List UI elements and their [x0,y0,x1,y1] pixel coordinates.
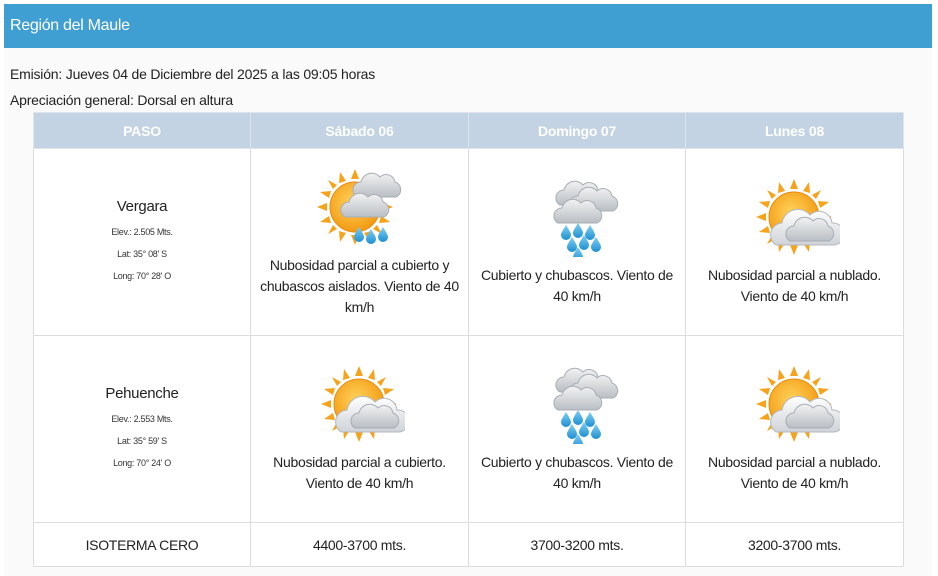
col-header-day-2: Domingo 07 [468,112,686,149]
pass-name: Pehuenche [105,384,179,402]
col-header-paso: PASO [33,112,251,149]
content-area: Emisión: Jueves 04 de Diciembre del 2025… [4,48,932,576]
pass-info-cell: Pehuenche Elev.: 2.553 Mts. Lat: 35° 59'… [33,335,251,523]
forecast-text: Cubierto y chubascos. Viento de 40 km/h [480,454,673,491]
cloud-rain-icon [553,180,619,257]
col-header-day-1: Sábado 06 [250,112,469,149]
sun-cloud-icon [755,365,840,443]
pass-info-cell: Vergara Elev.: 2.505 Mts. Lat: 35° 08' S… [33,148,251,336]
forecast-cell: Nubosidad parcial a cubierto. Viento de … [250,335,469,523]
pass-latitude: Lat: 35° 08' S [117,248,167,259]
sun-cloud-icon [755,178,840,256]
pass-elevation: Elev.: 2.505 Mts. [111,226,173,237]
table-row: Pehuenche Elev.: 2.553 Mts. Lat: 35° 59'… [33,335,904,523]
table-row: ISOTERMA CERO 4400-3700 mts. 3700-3200 m… [33,522,904,567]
general-outlook-text: Apreciación general: Dorsal en altura [10,92,233,108]
forecast-text: Nubosidad parcial a nublado. Viento de 4… [708,454,881,491]
forecast-cell: Nubosidad parcial a nublado. Viento de 4… [685,335,904,523]
sun-cloud-icon [320,365,405,443]
emission-text: Emisión: Jueves 04 de Diciembre del 2025… [10,66,376,82]
forecast-cell: Nubosidad parcial a nublado. Viento de 4… [685,148,904,336]
isoterma-value: 3700-3200 mts. [468,522,686,567]
region-header: Región del Maule [4,4,932,48]
isoterma-value: 4400-3700 mts. [250,522,469,567]
table-row: Vergara Elev.: 2.505 Mts. Lat: 35° 08' S… [33,148,904,336]
pass-elevation: Elev.: 2.553 Mts. [111,413,173,424]
region-title: Región del Maule [10,17,130,34]
pass-latitude: Lat: 35° 59' S [117,435,167,446]
isoterma-label: ISOTERMA CERO [33,522,251,567]
cloud-rain-icon [553,367,619,444]
pass-name: Vergara [116,197,168,215]
forecast-cell: Cubierto y chubascos. Viento de 40 km/h [468,335,686,523]
forecast-text: Nubosidad parcial a nublado. Viento de 4… [708,267,881,304]
forecast-cell: Cubierto y chubascos. Viento de 40 km/h [468,148,686,336]
forecast-text: Cubierto y chubascos. Viento de 40 km/h [480,267,673,304]
forecast-text: Nubosidad parcial a cubierto. Viento de … [273,454,446,491]
forecast-cell: Nubosidad parcial a cubierto y chubascos… [250,148,469,336]
pass-longitude: Long: 70° 24' O [113,457,171,468]
isoterma-value: 3200-3700 mts. [685,522,904,567]
table-header-row: PASO Sábado 06 Domingo 07 Lunes 08 [33,112,904,149]
pass-longitude: Long: 70° 28' O [113,270,171,281]
sun-cloud-rain-icon [316,168,401,245]
forecast-text: Nubosidad parcial a cubierto y chubascos… [260,256,459,315]
col-header-day-3: Lunes 08 [685,112,904,149]
forecast-table: PASO Sábado 06 Domingo 07 Lunes 08 Verga… [33,112,904,567]
